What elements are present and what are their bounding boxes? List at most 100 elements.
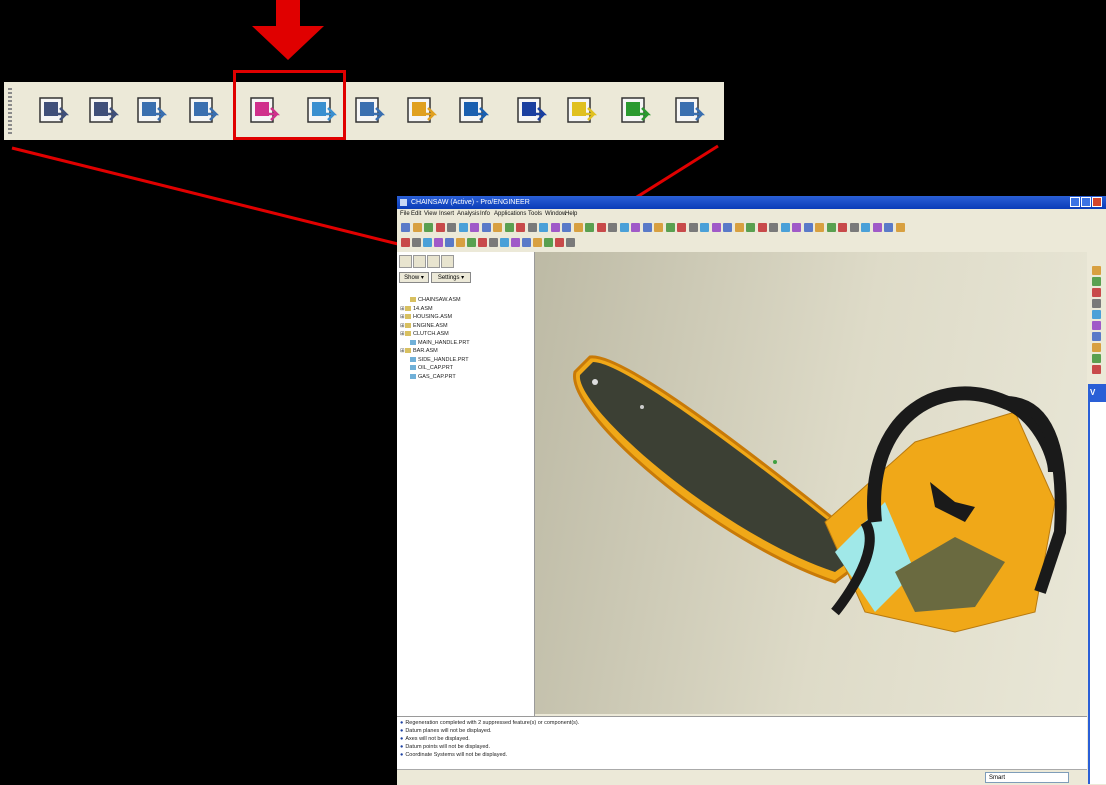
chainsaw-model[interactable]	[535, 252, 1087, 714]
toolbar-button-icon[interactable]	[555, 238, 564, 247]
toolbar-button-icon[interactable]	[573, 223, 583, 232]
toolbar-button-icon[interactable]	[746, 223, 755, 232]
toolbar-button-icon[interactable]	[723, 223, 732, 232]
toolbar-grip[interactable]	[8, 88, 12, 134]
toolbar-button-icon[interactable]	[596, 223, 606, 232]
sketch-tool-icon[interactable]	[1092, 365, 1101, 374]
toolbar-button-icon[interactable]	[792, 223, 801, 232]
toolbar-button-icon[interactable]	[665, 223, 675, 232]
toolbar-button-icon[interactable]	[412, 238, 421, 247]
sketch-tool-icon[interactable]	[1092, 321, 1101, 330]
toolbar-button-icon[interactable]	[489, 238, 498, 247]
toolbar-button-icon[interactable]	[401, 238, 410, 247]
toolbar-button-icon[interactable]	[849, 223, 859, 232]
toolbar-button-icon[interactable]	[458, 223, 468, 232]
menu-tools[interactable]: Tools	[528, 211, 542, 217]
question-help-icon[interactable]	[564, 94, 598, 128]
toolbar-button-icon[interactable]	[516, 223, 525, 232]
toolbar-button-icon[interactable]	[467, 238, 476, 247]
create-tool-icon[interactable]	[36, 94, 70, 128]
menu-analysis[interactable]: Analysis	[457, 211, 479, 217]
toolbar-button-icon[interactable]	[401, 223, 410, 232]
toolbar-button-icon[interactable]	[500, 238, 509, 247]
tab-folder-browser[interactable]	[413, 255, 426, 268]
minimize-button[interactable]	[1070, 197, 1080, 207]
graphics-window[interactable]	[535, 252, 1087, 714]
toolbar-button-icon[interactable]	[619, 223, 629, 232]
toolbar-button-icon[interactable]	[895, 223, 905, 232]
toolbar-button-icon[interactable]	[412, 223, 422, 232]
toolbar-button-icon[interactable]	[511, 238, 520, 247]
restore-icon[interactable]	[186, 94, 220, 128]
toolbar-button-icon[interactable]	[688, 223, 698, 232]
toolbar-button-icon[interactable]	[861, 223, 870, 232]
toolbar-button-icon[interactable]	[478, 238, 487, 247]
menu-file[interactable]: File	[400, 211, 410, 217]
lightning-check-icon[interactable]	[404, 94, 438, 128]
toolbar-button-icon[interactable]	[434, 238, 443, 247]
sketch-tool-icon[interactable]	[1092, 354, 1101, 363]
toolbar-button-icon[interactable]	[803, 223, 813, 232]
toolbar-button-icon[interactable]	[527, 223, 537, 232]
toolbar-button-icon[interactable]	[456, 238, 465, 247]
toolbar-button-icon[interactable]	[533, 238, 542, 247]
maximize-button[interactable]	[1081, 197, 1091, 207]
regenerate-icon[interactable]	[352, 94, 386, 128]
sketch-tool-icon[interactable]	[1092, 277, 1101, 286]
tree-hierarchy-icon[interactable]	[456, 94, 490, 128]
toolbar-button-icon[interactable]	[522, 238, 531, 247]
tab-model-tree[interactable]	[399, 255, 412, 268]
toolbar-button-icon[interactable]	[734, 223, 744, 232]
menu-info[interactable]: Info	[480, 211, 490, 217]
settings-dropdown[interactable]: Settings ▾	[431, 272, 471, 283]
checklist-icon[interactable]	[672, 94, 706, 128]
toolbar-button-icon[interactable]	[757, 223, 767, 232]
show-dropdown[interactable]: Show ▾	[399, 272, 429, 283]
sketch-tool-icon[interactable]	[1092, 332, 1101, 341]
toolbar-button-icon[interactable]	[550, 223, 560, 232]
menu-insert[interactable]: Insert	[439, 211, 454, 217]
toolbar-button-icon[interactable]	[544, 238, 553, 247]
toolbar-button-icon[interactable]	[481, 223, 491, 232]
edit-definition-icon[interactable]	[86, 94, 120, 128]
toolbar-button-icon[interactable]	[504, 223, 514, 232]
toolbar-button-icon[interactable]	[700, 223, 709, 232]
toolbar-button-icon[interactable]	[826, 223, 836, 232]
toolbar-button-icon[interactable]	[780, 223, 790, 232]
toolbar-button-icon[interactable]	[677, 223, 686, 232]
menu-edit[interactable]: Edit	[411, 211, 421, 217]
info-pin-icon[interactable]	[514, 94, 548, 128]
sketch-tool-icon[interactable]	[1092, 343, 1101, 352]
toolbar-button-icon[interactable]	[654, 223, 663, 232]
menu-view[interactable]: View	[424, 211, 437, 217]
toolbar-button-icon[interactable]	[493, 223, 502, 232]
tab-history[interactable]	[441, 255, 454, 268]
close-button[interactable]	[1092, 197, 1102, 207]
toolbar-button-icon[interactable]	[435, 223, 445, 232]
toolbar-button-icon[interactable]	[872, 223, 882, 232]
toolbar-button-icon[interactable]	[445, 238, 454, 247]
toolbar-button-icon[interactable]	[566, 238, 575, 247]
toolbar-button-icon[interactable]	[711, 223, 721, 232]
toolbar-button-icon[interactable]	[470, 223, 479, 232]
tree-item[interactable]: GAS_CAP.PRT	[405, 373, 456, 382]
toolbar-button-icon[interactable]	[423, 238, 432, 247]
sketch-tool-icon[interactable]	[1092, 266, 1101, 275]
reorder-icon[interactable]	[134, 94, 168, 128]
sketch-tool-icon[interactable]	[1092, 310, 1101, 319]
toolbar-button-icon[interactable]	[838, 223, 847, 232]
sketch-tool-icon[interactable]	[1092, 299, 1101, 308]
toolbar-button-icon[interactable]	[608, 223, 617, 232]
toolbar-button-icon[interactable]	[539, 223, 548, 232]
tab-favorites[interactable]	[427, 255, 440, 268]
toolbar-button-icon[interactable]	[562, 223, 571, 232]
toolbar-button-icon[interactable]	[424, 223, 433, 232]
toolbar-button-icon[interactable]	[642, 223, 652, 232]
sketch-tool-icon[interactable]	[1092, 288, 1101, 297]
menu-help[interactable]: Help	[565, 211, 577, 217]
toolbar-button-icon[interactable]	[884, 223, 893, 232]
toolbar-button-icon[interactable]	[585, 223, 594, 232]
selection-filter-select[interactable]: Smart	[985, 772, 1069, 783]
menu-window[interactable]: Window	[545, 211, 566, 217]
toolbar-button-icon[interactable]	[631, 223, 640, 232]
